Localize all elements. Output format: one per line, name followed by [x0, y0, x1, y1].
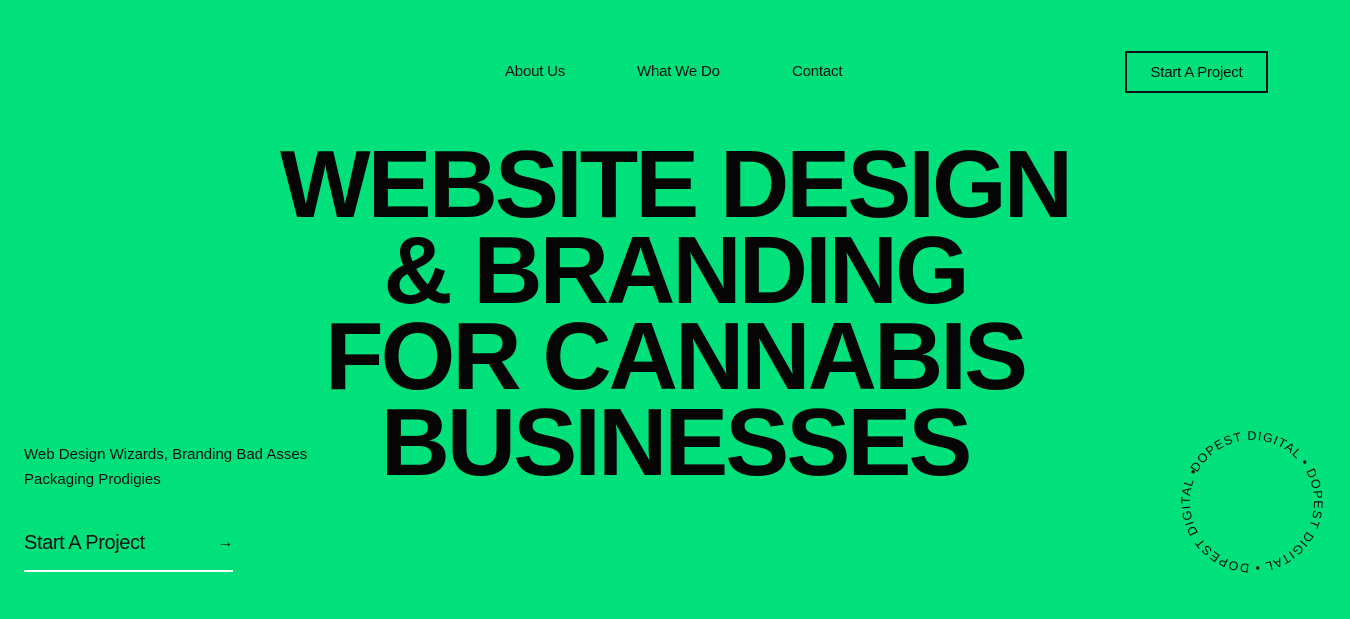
- start-project-link[interactable]: Start A Project →: [24, 532, 233, 572]
- tagline-line-1: Web Design Wizards, Branding Bad Asses: [24, 446, 308, 463]
- rotating-badge-icon: DOPEST DIGITAL • DOPEST DIGITAL • DOPEST…: [1167, 417, 1337, 587]
- tagline: Web Design Wizards, Branding Bad Asses P…: [24, 442, 307, 492]
- arrow-right-icon: →: [217, 534, 233, 551]
- nav-link-about-us[interactable]: About Us: [505, 63, 565, 80]
- nav-link-contact[interactable]: Contact: [792, 63, 842, 80]
- hero-line-3: FOR CANNABIS: [325, 303, 1028, 410]
- svg-text:DOPEST DIGITAL • DOPEST DIGITA: DOPEST DIGITAL • DOPEST DIGITAL • DOPEST…: [1167, 417, 1337, 587]
- tagline-line-2: Packaging Prodigies: [24, 471, 161, 488]
- hero-line-2: & BRANDING: [383, 217, 969, 324]
- badge-svg: DOPEST DIGITAL • DOPEST DIGITAL • DOPEST…: [1167, 417, 1337, 587]
- badge-text: DOPEST DIGITAL • DOPEST DIGITAL • DOPEST…: [1167, 417, 1337, 587]
- hero-line-1: WEBSITE DESIGN: [279, 131, 1073, 238]
- start-project-button[interactable]: Start A Project: [1125, 51, 1268, 93]
- start-project-link-label: Start A Project: [24, 532, 145, 554]
- hero-heading: WEBSITE DESIGN & BRANDING FOR CANNABIS B…: [0, 131, 1350, 491]
- nav-link-what-we-do[interactable]: What We Do: [637, 63, 720, 80]
- site-header: About Us What We Do Contact Start A Proj…: [0, 0, 1350, 145]
